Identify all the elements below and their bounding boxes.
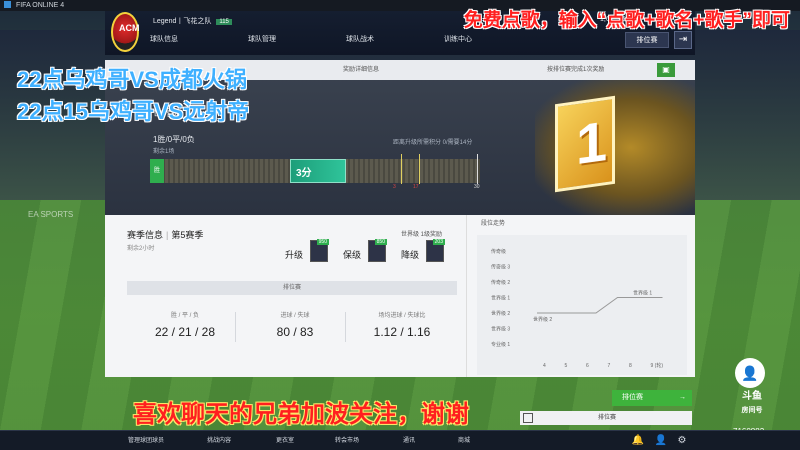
follow-user-icon[interactable]: 👤 [735, 358, 765, 388]
trend-y-label: 传奇级 2 [491, 279, 510, 286]
window-title: FIFA ONLINE 4 [15, 2, 65, 9]
tier-badge-icon: 1 [555, 95, 615, 193]
season-info-card: 赛季信息 | 第5赛季 剩余2小时 世界级 1级奖励 升级 950 保级 850 降… [105, 215, 467, 377]
current-points-label: 3分 [296, 168, 312, 179]
trend-x-label: 4 [543, 363, 546, 369]
tab-reward-details[interactable]: 奖励详细信息 [343, 60, 379, 80]
trend-y-label: 世界级 2 [491, 310, 510, 317]
stat-value: 1.12 / 1.16 [373, 325, 431, 339]
track-tick: 30 [474, 184, 480, 190]
rank-mode-bar: 排位赛 [127, 281, 457, 295]
top-nav: 球队信息 球队管理 球队战术 训练中心 [105, 31, 695, 49]
tab-team-info[interactable]: 球队信息 [150, 31, 178, 49]
trend-y-label: 专业级 1 [491, 341, 510, 348]
reward-card-icon: 950 [310, 239, 329, 262]
rank-mode-button[interactable]: 排位赛 [625, 32, 669, 48]
reward-label: 世界级 1级奖励 [401, 232, 443, 238]
nav-transfer-market[interactable]: 转会市场 [335, 431, 359, 450]
trend-x-label: 9 (轮) [651, 362, 664, 369]
trend-x-label: 8 [629, 363, 632, 369]
reward-card-value: 850 [374, 239, 387, 245]
record-text: 1胜/0平/0负 [153, 135, 195, 144]
trend-start-label: 世界级 2 [533, 316, 552, 323]
season-remaining: 剩余2小时 [127, 246, 155, 252]
trend-x-label: 6 [586, 363, 589, 369]
app-icon [4, 1, 11, 8]
calendar-icon [523, 413, 533, 423]
track-win-segment: 胜 [150, 159, 164, 183]
track-tick: 17 [413, 184, 419, 190]
room-sub-text: 房间号 [741, 407, 763, 414]
stat-goals: 进球 / 失球 80 / 83 [245, 310, 345, 339]
tier-badge-number: 1 [576, 108, 608, 177]
trend-x-label: 5 [565, 363, 568, 369]
tab-team-tactics[interactable]: 球队战术 [346, 31, 374, 49]
bottom-nav: 管理球团球员 挑战内容 更衣室 转会市场 通讯 商城 🔔 👤 ⚙ [0, 430, 800, 450]
stat-divider [235, 312, 236, 342]
play-rank-button[interactable]: 排位赛 → [612, 390, 692, 406]
overlay-song-request: 免费点歌，输入“点歌+歌名+歌手”即可 [463, 10, 790, 31]
stat-value: 22 / 21 / 28 [154, 325, 216, 339]
reward-card-value: 203 [432, 239, 445, 245]
tab-team-management[interactable]: 球队管理 [248, 31, 276, 49]
promo-label: 升级 [285, 250, 304, 260]
play-rank-label: 排位赛 [622, 394, 643, 401]
stat-divider [345, 312, 346, 342]
reward-card-value: 950 [316, 239, 329, 245]
room-logo: 斗鱼 房间号 [736, 390, 768, 418]
gift-icon[interactable]: ▣ [657, 63, 675, 77]
track-marker [401, 154, 402, 184]
nav-locker-room[interactable]: 更衣室 [276, 431, 294, 450]
reward-card-icon: 850 [368, 239, 387, 262]
trend-chart-svg: 传奇级传奇级 3 传奇级 2 世界级 1 世界级 2 世界级 3 专业级 1 4 5 6 7 8 9… [491, 248, 664, 369]
promo-label: 降级 [401, 250, 420, 260]
rank-trend-card: 段位走势 传奇级 传奇级 3 传奇级 2 世界级 1 世界级 2 世界级 3 专业级 1 4… [467, 215, 695, 377]
secondary-text: 排位赛 [598, 415, 617, 421]
trend-y-label: 世界级 3 [491, 326, 510, 333]
stat-record: 胜 / 平 / 负 22 / 21 / 28 [135, 310, 235, 339]
trend-y-label: 传奇级 3 [491, 264, 510, 271]
tab-rank-reward[interactable]: 按排位赛完成1次奖励 [547, 60, 604, 80]
stat-key: 进球 / 失球 [280, 313, 310, 319]
reward-card-icon: 203 [426, 239, 445, 262]
nav-manage-players[interactable]: 管理球团球员 [128, 431, 164, 450]
trend-end-label: 世界级 1 [633, 290, 652, 297]
profile-icon[interactable]: 👤 [654, 434, 668, 448]
overlay-schedule-2: 22点15乌鸡哥VS远射帝 [17, 99, 250, 124]
stat-value: 80 / 83 [276, 325, 314, 339]
sponsor-watermark: EA SPORTS [28, 210, 74, 219]
trend-x-label: 7 [608, 363, 611, 369]
room-logo-text: 斗鱼 [742, 391, 762, 402]
overlay-follow-request: 喜欢聊天的兄弟加波关注，谢谢 [133, 401, 469, 428]
trend-y-label: 世界级 1 [491, 295, 510, 302]
stat-key: 胜 / 平 / 负 [170, 313, 199, 319]
season-title-label: 赛季信息 [127, 230, 164, 240]
trend-y-label: 传奇级 [491, 248, 506, 255]
track-marker [419, 154, 420, 184]
season-number: 第5赛季 [171, 230, 204, 240]
track-tick: 3 [393, 184, 396, 190]
overlay-schedule-1: 22点乌鸡哥VS成都火锅 [17, 67, 247, 92]
exit-icon[interactable]: ⇥ [674, 31, 692, 49]
tab-training-center[interactable]: 训练中心 [444, 31, 472, 49]
progress-note: 距离升级所需积分 0/需要14分 [393, 140, 473, 146]
team-level-badge: 115 [216, 19, 232, 25]
nav-challenges[interactable]: 挑战内容 [207, 431, 231, 450]
trend-line [537, 297, 663, 314]
season-title: 赛季信息 | 第5赛季 [127, 230, 204, 240]
arrow-right-icon: → [679, 394, 686, 401]
stat-averages: 场均进球 / 失球比 1.12 / 1.16 [352, 310, 452, 339]
bell-icon[interactable]: 🔔 [631, 434, 645, 448]
record-subtext: 剩余1场 [153, 149, 175, 155]
promo-label: 保级 [343, 250, 362, 260]
nav-messages[interactable]: 通讯 [403, 431, 415, 450]
team-name: Legend丨飞花之队 [153, 18, 212, 25]
gear-icon[interactable]: ⚙ [675, 434, 689, 448]
team-info: Legend丨飞花之队 115 [153, 16, 232, 26]
nav-shop[interactable]: 商城 [458, 431, 470, 450]
track-end-marker [477, 154, 478, 184]
secondary-row[interactable]: 排位赛 [520, 411, 692, 425]
stat-key: 场均进球 / 失球比 [378, 313, 426, 319]
